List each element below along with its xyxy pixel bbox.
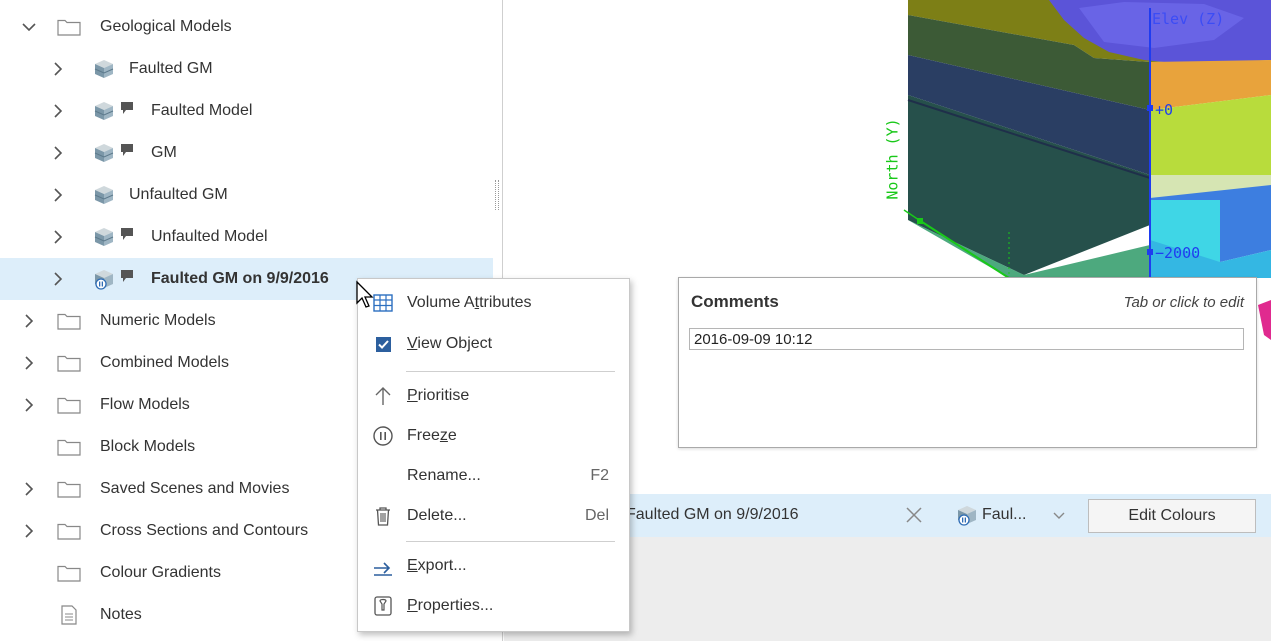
comments-panel[interactable]: Comments Tab or click to edit 2016-09-09…: [678, 277, 1257, 448]
geological-model-icon: [94, 186, 114, 204]
axis-label-north: North (Y): [883, 118, 902, 200]
tree-item-label: GM: [151, 144, 177, 161]
menu-item-freeze[interactable]: Freeze: [358, 417, 629, 455]
axis-label-elev: Elev (Z): [1152, 10, 1225, 28]
folder-icon: [57, 19, 81, 36]
document-icon: [61, 605, 77, 625]
chevron-down-icon[interactable]: [1052, 508, 1066, 522]
tree-item-label: Faulted Model: [151, 102, 253, 119]
tree-item-label: Numeric Models: [100, 312, 216, 329]
chevron-right-icon[interactable]: [21, 523, 37, 539]
tree-item-label: Faulted GM: [129, 60, 213, 77]
geological-model-icon: [94, 60, 114, 78]
tree-item-label: Unfaulted GM: [129, 186, 228, 203]
comment-icon: [121, 144, 133, 156]
export-arrow-icon: [374, 562, 392, 576]
menu-item-label: Rename...: [407, 467, 481, 484]
menu-shortcut: F2: [590, 467, 609, 484]
trash-icon: [376, 507, 390, 526]
chevron-right-icon[interactable]: [50, 103, 66, 119]
menu-item-label: Delete...: [407, 507, 467, 524]
menu-item-properties[interactable]: Properties...: [358, 587, 629, 625]
chevron-right-icon[interactable]: [50, 145, 66, 161]
comment-icon: [121, 102, 133, 114]
tree-item-gm[interactable]: GM: [0, 132, 493, 174]
tree-item-geological-models[interactable]: Geological Models: [0, 6, 493, 48]
menu-item-label: Volume Attributes: [407, 294, 532, 311]
menu-item-delete[interactable]: Delete... Del: [358, 497, 629, 535]
menu-item-label: Properties...: [407, 597, 494, 614]
comments-hint: Tab or click to edit: [1123, 294, 1244, 311]
folder-icon: [57, 481, 81, 498]
model-dropdown[interactable]: Faul...: [982, 506, 1026, 524]
tree-item-label: Saved Scenes and Movies: [100, 480, 290, 497]
menu-item-label: Export...: [407, 557, 467, 574]
tree-item-unfaulted-model[interactable]: Unfaulted Model: [0, 216, 493, 258]
pause-circle-icon: [373, 426, 393, 446]
tree-item-label: Geological Models: [100, 18, 232, 35]
menu-item-label: Freeze: [407, 427, 457, 444]
menu-item-export[interactable]: Export...: [358, 547, 629, 585]
chevron-right-icon[interactable]: [21, 355, 37, 371]
axis-tick-minus-2000: −2000: [1155, 244, 1201, 262]
checkbox-checked-icon: [376, 337, 391, 352]
arrow-up-icon: [375, 387, 391, 405]
object-name[interactable]: Faulted GM on 9/9/2016: [626, 506, 799, 524]
menu-item-view-object[interactable]: View Object: [358, 325, 629, 363]
close-icon[interactable]: [902, 503, 926, 527]
menu-separator: [406, 371, 615, 372]
tree-item-label: Block Models: [100, 438, 196, 455]
tree-item-unfaulted-gm[interactable]: Unfaulted GM: [0, 174, 493, 216]
menu-item-label: Prioritise: [407, 387, 470, 404]
chevron-right-icon[interactable]: [21, 481, 37, 497]
geological-model-icon: [94, 102, 114, 120]
comments-title: Comments: [691, 292, 779, 311]
comment-icon: [121, 228, 133, 240]
tree-item-label: Combined Models: [100, 354, 229, 371]
comments-field[interactable]: 2016-09-09 10:12: [689, 328, 1244, 350]
geological-model-icon: [94, 144, 114, 162]
folder-icon: [57, 523, 81, 540]
chevron-right-icon[interactable]: [21, 397, 37, 413]
folder-icon: [57, 397, 81, 414]
mouse-cursor-icon: [356, 280, 374, 308]
tree-item-faulted-gm[interactable]: Faulted GM: [0, 48, 493, 90]
chevron-down-icon[interactable]: [21, 19, 37, 35]
menu-shortcut: Del: [584, 507, 609, 524]
chevron-right-icon[interactable]: [50, 271, 66, 287]
tree-item-label: Unfaulted Model: [151, 228, 268, 245]
chevron-right-icon[interactable]: [50, 187, 66, 203]
axis-tick-zero: +0: [1155, 101, 1174, 119]
menu-item-label: View Object: [407, 335, 493, 352]
chevron-right-icon[interactable]: [21, 313, 37, 329]
tree-item-label: Notes: [100, 606, 142, 623]
comment-icon: [121, 270, 133, 282]
menu-item-prioritise[interactable]: Prioritise: [358, 377, 629, 415]
edit-colours-button[interactable]: Edit Colours: [1088, 499, 1256, 533]
splitter-handle[interactable]: [495, 180, 499, 210]
folder-icon: [57, 355, 81, 372]
tree-item-label: Colour Gradients: [100, 564, 221, 581]
properties-icon: [374, 596, 392, 616]
menu-separator: [406, 541, 615, 542]
tree-item-label: Faulted GM on 9/9/2016: [151, 270, 329, 287]
frozen-model-icon: [958, 506, 976, 526]
menu-item-volume-attributes[interactable]: Volume Attributes: [358, 284, 629, 322]
tree-item-faulted-model[interactable]: Faulted Model: [0, 90, 493, 132]
tree-item-label: Cross Sections and Contours: [100, 522, 309, 539]
folder-icon: [57, 313, 81, 330]
tree-item-label: Flow Models: [100, 396, 190, 413]
folder-icon: [57, 565, 81, 582]
chevron-right-icon[interactable]: [50, 229, 66, 245]
chevron-right-icon[interactable]: [50, 61, 66, 77]
geological-model-icon: [94, 228, 114, 246]
folder-icon: [57, 439, 81, 456]
context-menu: Volume Attributes View Object Prioritise…: [357, 278, 630, 632]
frozen-model-icon: [95, 270, 113, 290]
menu-item-rename[interactable]: Rename... F2: [358, 457, 629, 495]
